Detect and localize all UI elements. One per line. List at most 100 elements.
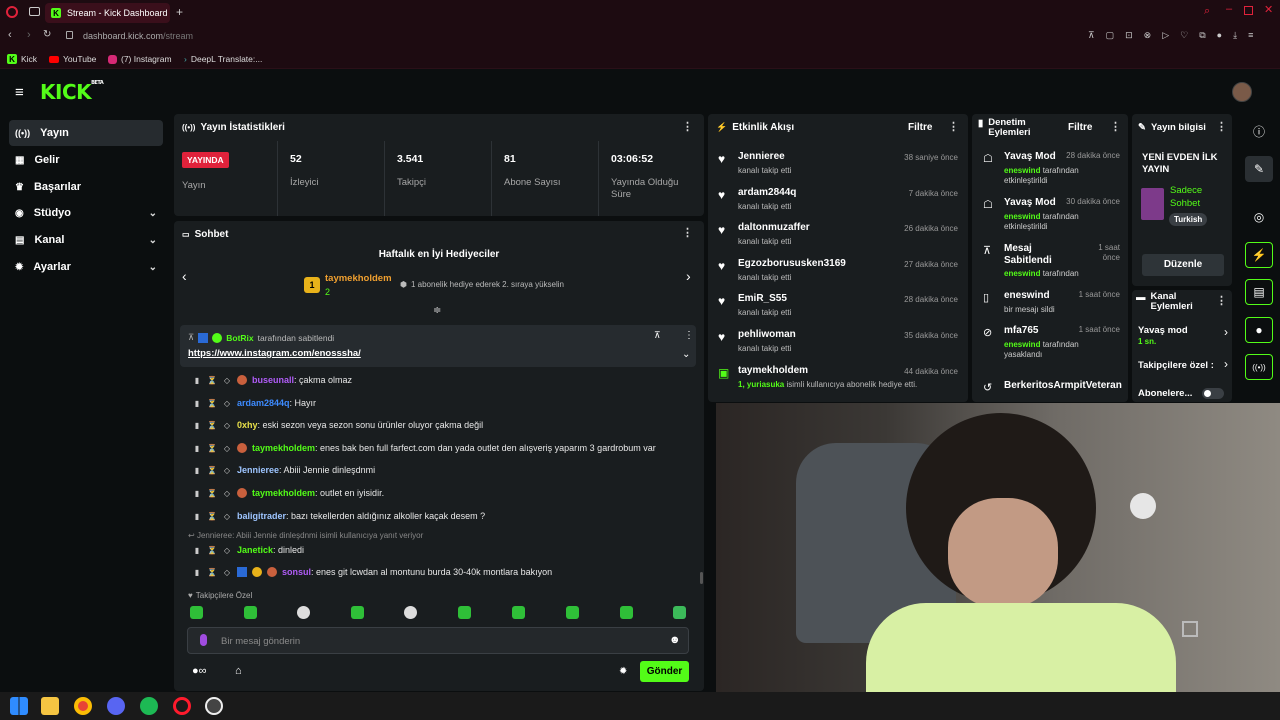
delete-icon[interactable]: ▮ xyxy=(192,567,202,577)
opera-logo-icon[interactable] xyxy=(6,6,18,18)
delete-icon[interactable]: ▮ xyxy=(192,488,202,498)
timeout-icon[interactable]: ⏳ xyxy=(207,443,217,453)
more-icon[interactable]: ⋮ xyxy=(682,120,693,133)
chat-username[interactable]: taymekholdem xyxy=(252,488,315,498)
more-icon[interactable]: ⋮ xyxy=(1216,120,1227,133)
new-tab-button[interactable]: + xyxy=(176,5,183,19)
tabs-icon[interactable] xyxy=(29,7,40,16)
microphone-icon[interactable] xyxy=(200,634,207,646)
more-icon[interactable]: ⋮ xyxy=(1216,294,1227,307)
pin-icon[interactable]: ⊼ xyxy=(654,330,661,341)
shield-icon[interactable]: ◇ xyxy=(222,545,232,555)
emote[interactable] xyxy=(190,606,203,619)
chat-username[interactable]: taymekholdem xyxy=(252,443,315,453)
emote[interactable] xyxy=(620,606,633,619)
top-gifter-name[interactable]: taymekholdem xyxy=(325,273,392,284)
extensions-icon[interactable]: ⧉ xyxy=(1199,30,1205,41)
collapse-icon[interactable]: ≑ xyxy=(433,305,441,316)
shield-icon[interactable]: ◇ xyxy=(222,420,232,430)
chat-settings-icon[interactable]: ✹ xyxy=(619,666,627,677)
emote[interactable] xyxy=(458,606,471,619)
hamburger-menu-icon[interactable]: ≡ xyxy=(15,84,24,101)
moderation-filter-button[interactable]: Filtre xyxy=(1068,122,1092,133)
snapshot-icon[interactable]: ▢ xyxy=(1106,30,1115,41)
chat-username[interactable]: 0xhy xyxy=(237,420,258,430)
emote[interactable] xyxy=(297,606,310,619)
play-icon[interactable]: ▷ xyxy=(1162,30,1169,41)
shield-icon[interactable]: ◇ xyxy=(222,398,232,408)
sidebar-item-yayin[interactable]: ((•)) Yayın xyxy=(9,120,163,146)
timeout-icon[interactable]: ⏳ xyxy=(207,398,217,408)
delete-icon[interactable]: ▮ xyxy=(192,511,202,521)
delete-icon[interactable]: ▮ xyxy=(192,398,202,408)
followers-only-setting[interactable]: Takipçilere özel : › xyxy=(1138,357,1228,372)
chevron-down-icon[interactable]: ⌄ xyxy=(682,349,690,360)
profile-icon[interactable]: ● xyxy=(1217,30,1222,41)
chat-username[interactable]: ardam2844q xyxy=(237,398,290,408)
sidebar-item-basarilar[interactable]: ♛ Başarılar xyxy=(9,174,163,200)
active-tab[interactable]: K Stream - Kick Dashboard xyxy=(45,3,170,23)
chat-input[interactable]: Bir mesaj gönderin ☻ xyxy=(187,627,689,654)
subscribers-toggle[interactable] xyxy=(1202,388,1224,399)
delete-icon[interactable]: ▮ xyxy=(192,545,202,555)
bookmark-youtube[interactable]: YouTube xyxy=(49,52,96,66)
spotify-icon[interactable] xyxy=(140,697,158,715)
activity-filter-button[interactable]: Filtre xyxy=(908,122,932,133)
emote[interactable] xyxy=(512,606,525,619)
timeout-icon[interactable]: ⏳ xyxy=(207,511,217,521)
vpn-icon[interactable]: ⊗ xyxy=(1144,30,1152,41)
pencil-icon[interactable]: ✎ xyxy=(1245,156,1273,182)
emoji-icon[interactable]: ☻ xyxy=(669,634,681,646)
discord-icon[interactable] xyxy=(107,697,125,715)
chat-username[interactable]: sonsul xyxy=(282,567,311,577)
more-icon[interactable]: ⋮ xyxy=(948,120,959,133)
timeout-icon[interactable]: ⏳ xyxy=(207,465,217,475)
delete-icon[interactable]: ▮ xyxy=(192,443,202,453)
sidebar-item-kanal[interactable]: ▤ Kanal ⌄ xyxy=(9,227,163,253)
opera-icon[interactable] xyxy=(173,697,191,715)
menu-icon[interactable]: ≡ xyxy=(1248,30,1253,41)
shield-icon[interactable]: ⊡ xyxy=(1125,30,1133,41)
store-icon[interactable]: ⌂ xyxy=(235,665,242,677)
send-button[interactable]: Gönder xyxy=(640,661,689,682)
shield-icon[interactable]: ◇ xyxy=(222,567,232,577)
windows-start-icon[interactable] xyxy=(10,697,28,715)
kick-logo[interactable]: KICKBETA xyxy=(40,80,104,104)
search-icon[interactable]: ⌕ xyxy=(1204,5,1210,18)
slow-mode-setting[interactable]: Yavaş mod 1 sn. › xyxy=(1138,325,1228,349)
forward-icon[interactable]: › xyxy=(27,29,31,41)
shield-icon[interactable]: ◇ xyxy=(222,511,232,521)
close-icon[interactable]: ✕ xyxy=(1264,3,1273,16)
timeout-icon[interactable]: ⏳ xyxy=(207,488,217,498)
emote[interactable] xyxy=(244,606,257,619)
reload-icon[interactable]: ↻ xyxy=(43,29,51,40)
chat-bubble-icon[interactable]: ● xyxy=(1245,317,1273,343)
edit-stream-button[interactable]: Düzenle xyxy=(1142,254,1224,276)
category-name[interactable]: Sadece Sohbet xyxy=(1170,184,1226,210)
maximize-icon[interactable] xyxy=(1244,6,1253,15)
chrome-icon[interactable] xyxy=(74,697,92,715)
sidebar-item-gelir[interactable]: ▦ Gelir xyxy=(9,147,163,173)
chevron-right-icon[interactable]: › xyxy=(686,268,691,284)
timeout-icon[interactable]: ⏳ xyxy=(207,545,217,555)
chat-username[interactable]: baligitrader xyxy=(237,511,286,521)
camera-icon[interactable]: ◎ xyxy=(1245,204,1273,230)
bookmark-instagram[interactable]: (7) Instagram xyxy=(108,52,172,66)
pin-icon[interactable]: ⊼ xyxy=(1088,30,1095,41)
user-avatar[interactable] xyxy=(1232,82,1252,102)
pinned-link[interactable]: https://www.instagram.com/enosssha/ xyxy=(188,348,361,359)
chevron-left-icon[interactable]: ‹ xyxy=(182,268,187,284)
more-icon[interactable]: ⋮ xyxy=(682,226,693,239)
shield-icon[interactable]: ◇ xyxy=(222,465,232,475)
notes-icon[interactable]: ▤ xyxy=(1245,279,1273,305)
timeout-icon[interactable]: ⏳ xyxy=(207,375,217,385)
subscribers-only-setting[interactable]: Abonelere... xyxy=(1138,388,1228,402)
heart-icon[interactable]: ♡ xyxy=(1180,30,1188,41)
file-explorer-icon[interactable] xyxy=(41,697,59,715)
emote[interactable] xyxy=(404,606,417,619)
shield-icon[interactable]: ◇ xyxy=(222,443,232,453)
more-icon[interactable]: ⋮ xyxy=(684,330,694,341)
broadcast-icon[interactable]: ((•)) xyxy=(1245,354,1273,380)
obs-icon[interactable] xyxy=(205,697,223,715)
chat-scrollbar[interactable] xyxy=(700,572,703,584)
